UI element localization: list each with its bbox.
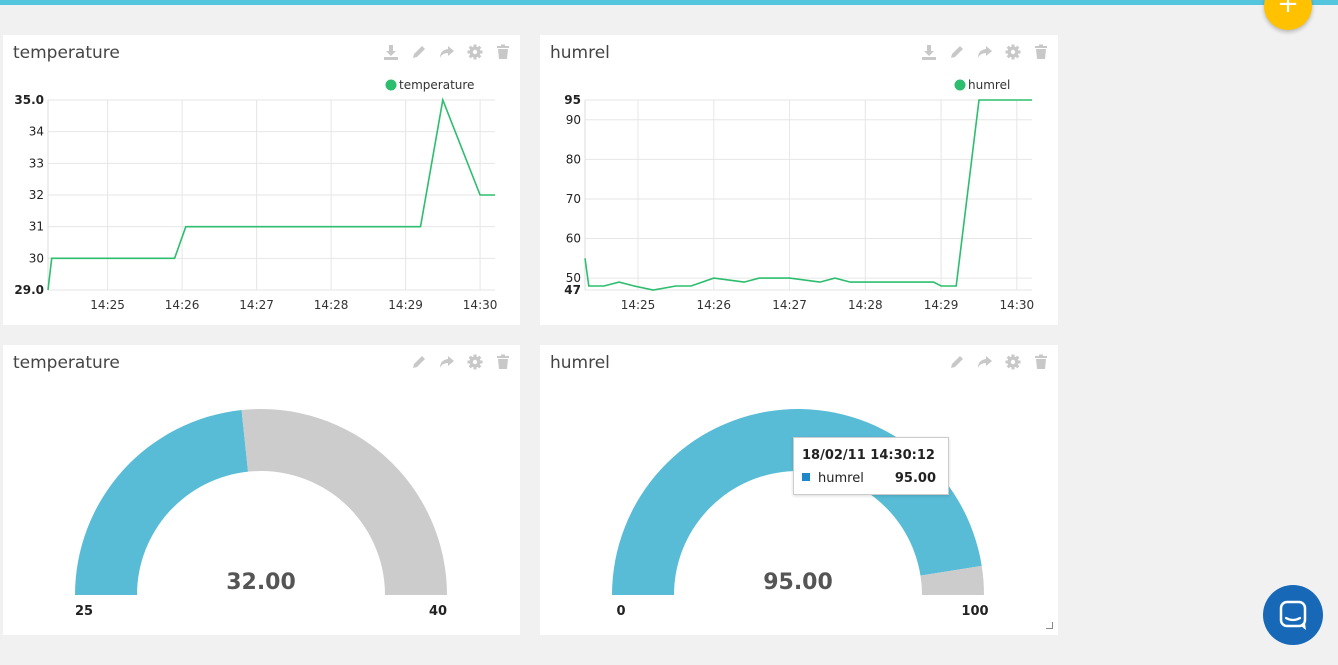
x-tick-label: 14:28 — [314, 298, 349, 312]
gauge-min-label: 25 — [75, 604, 93, 619]
tooltip-time: 18/02/11 14:30:12 — [802, 448, 935, 463]
gauge-remaining-arc — [241, 409, 447, 595]
x-tick-label: 14:27 — [772, 298, 807, 312]
x-tick-label: 14:29 — [924, 298, 959, 312]
tooltip-value: 95.00 — [894, 471, 936, 486]
widget-temperature-gauge: temperature 32.00 25 40 — [3, 345, 520, 635]
chat-icon — [1279, 600, 1307, 630]
legend-label: temperature — [399, 78, 474, 92]
temperature-line-chart: 14:25 14:26 14:27 14:28 14:29 14:30 29.0 30 31 32… — [14, 78, 498, 312]
gauge-max-label: 40 — [429, 604, 447, 619]
y-tick-label: 60 — [566, 232, 581, 246]
x-tick-label: 14:25 — [621, 298, 656, 312]
gauge-value-arc — [75, 410, 249, 595]
series-swatch — [802, 473, 810, 481]
chat-button[interactable] — [1263, 585, 1323, 645]
y-tick-label: 33 — [29, 156, 44, 170]
legend-label: humrel — [968, 78, 1010, 92]
y-tick-label: 80 — [566, 152, 581, 166]
y-tick-label: 70 — [566, 192, 581, 206]
gauge-tooltip: 18/02/11 14:30:12 humrel 95.00 — [793, 437, 949, 495]
legend-marker — [385, 79, 397, 91]
gauge-max-label: 100 — [961, 604, 988, 619]
legend-marker — [954, 79, 966, 91]
gauge-value-label: 32.00 — [226, 570, 296, 595]
y-tick-label: 31 — [29, 220, 44, 234]
series-line — [584, 99, 1032, 291]
widget-humrel-chart: humrel 14:25 14:26 14:27 14:28 14:29 14:30 47 5… — [540, 35, 1058, 325]
x-tick-label: 14:29 — [388, 298, 423, 312]
x-tick-label: 14:26 — [696, 298, 731, 312]
y-tick-label: 95 — [564, 93, 581, 107]
tooltip-row: humrel 95.00 — [802, 471, 942, 486]
y-tick-label: 50 — [566, 271, 581, 285]
x-tick-label: 14:26 — [165, 298, 200, 312]
tooltip-series: humrel — [818, 471, 864, 486]
y-tick-label: 35.0 — [14, 93, 44, 107]
temperature-gauge: 32.00 25 40 — [75, 409, 447, 619]
widget-temperature-chart: temperature 14:25 14:26 14:27 14:28 14:29 14:… — [3, 35, 520, 325]
x-tick-label: 14:30 — [463, 298, 498, 312]
y-tick-label: 32 — [29, 188, 44, 202]
gauge-value-label: 95.00 — [763, 570, 833, 595]
gauge-min-label: 0 — [616, 604, 625, 619]
top-accent-bar — [0, 0, 1338, 5]
y-tick-label: 30 — [29, 251, 44, 265]
y-tick-label: 90 — [566, 113, 581, 127]
y-tick-label: 29.0 — [14, 283, 44, 297]
resize-handle-icon[interactable] — [1046, 622, 1053, 629]
x-tick-label: 14:28 — [848, 298, 883, 312]
humrel-line-chart: 14:25 14:26 14:27 14:28 14:29 14:304750607080… — [564, 78, 1035, 312]
x-tick-label: 14:27 — [239, 298, 274, 312]
x-tick-label: 14:30 — [1000, 298, 1035, 312]
add-widget-button[interactable]: + — [1264, 0, 1312, 30]
x-tick-label: 14:25 — [90, 298, 125, 312]
y-tick-label: 34 — [29, 125, 44, 139]
